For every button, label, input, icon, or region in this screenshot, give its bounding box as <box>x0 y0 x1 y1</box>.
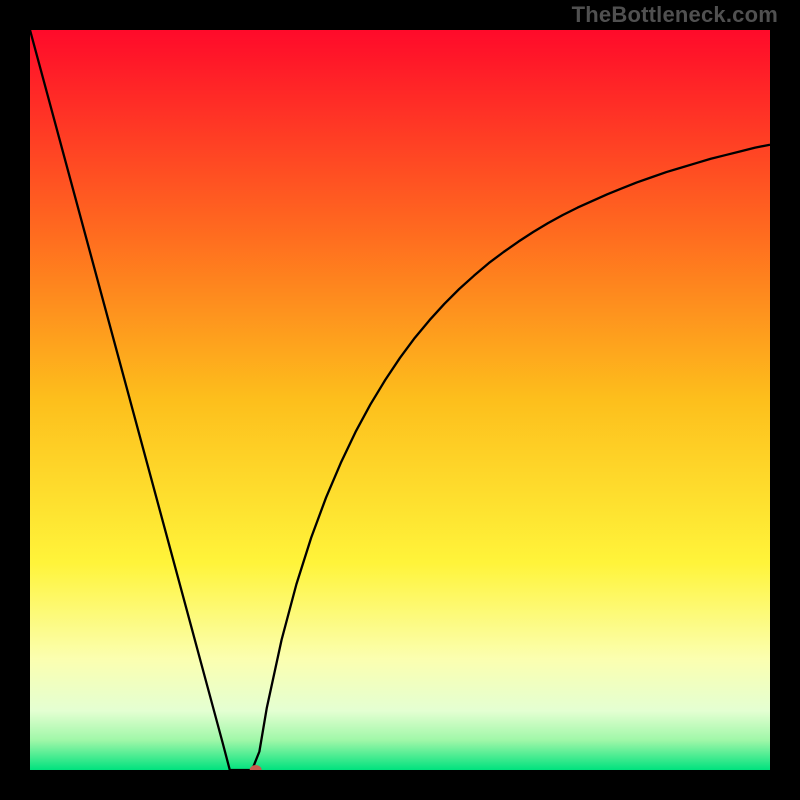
bottleneck-curve-chart <box>30 30 770 770</box>
gradient-background <box>30 30 770 770</box>
plot-area <box>30 30 770 770</box>
chart-container: TheBottleneck.com <box>0 0 800 800</box>
watermark-text: TheBottleneck.com <box>572 2 778 28</box>
